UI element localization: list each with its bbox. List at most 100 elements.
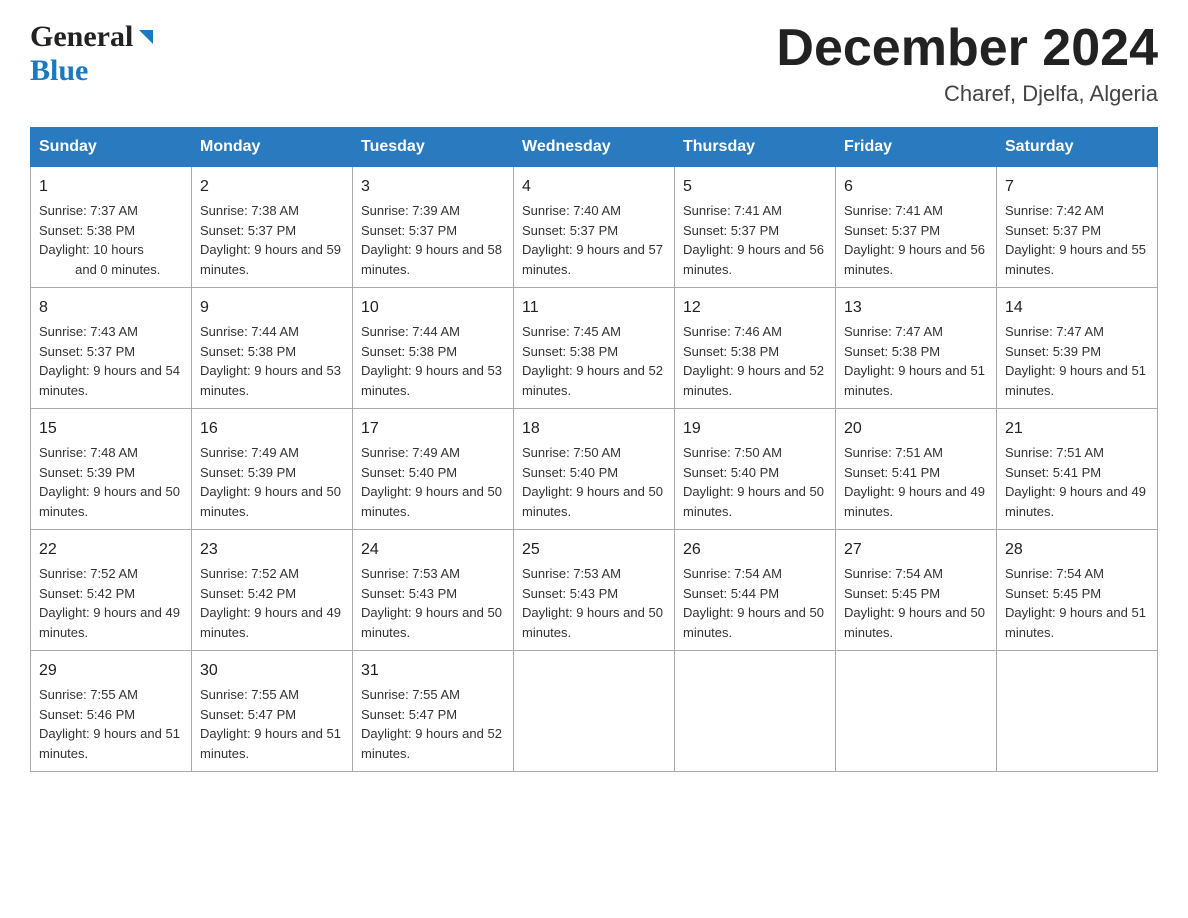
- day-number: 2: [200, 175, 344, 199]
- day-daylight: Daylight: 9 hours and 50 minutes.: [683, 605, 824, 640]
- day-sunrise: Sunrise: 7:55 AM: [361, 687, 460, 702]
- day-cell: 4Sunrise: 7:40 AMSunset: 5:37 PMDaylight…: [514, 167, 675, 288]
- day-sunrise: Sunrise: 7:52 AM: [200, 566, 299, 581]
- day-sunrise: Sunrise: 7:54 AM: [1005, 566, 1104, 581]
- day-sunset: Sunset: 5:41 PM: [1005, 465, 1101, 480]
- day-number: 23: [200, 538, 344, 562]
- day-sunrise: Sunrise: 7:48 AM: [39, 445, 138, 460]
- day-cell: [997, 651, 1158, 772]
- week-row-2: 8Sunrise: 7:43 AMSunset: 5:37 PMDaylight…: [31, 288, 1158, 409]
- day-cell: 25Sunrise: 7:53 AMSunset: 5:43 PMDayligh…: [514, 530, 675, 651]
- day-sunset: Sunset: 5:46 PM: [39, 707, 135, 722]
- day-number: 31: [361, 659, 505, 683]
- day-number: 9: [200, 296, 344, 320]
- day-sunrise: Sunrise: 7:54 AM: [844, 566, 943, 581]
- day-sunset: Sunset: 5:38 PM: [683, 344, 779, 359]
- day-cell: 16Sunrise: 7:49 AMSunset: 5:39 PMDayligh…: [192, 409, 353, 530]
- day-number: 20: [844, 417, 988, 441]
- day-number: 12: [683, 296, 827, 320]
- day-sunrise: Sunrise: 7:55 AM: [200, 687, 299, 702]
- day-daylight: Daylight: 9 hours and 55 minutes.: [1005, 242, 1146, 277]
- day-cell: 24Sunrise: 7:53 AMSunset: 5:43 PMDayligh…: [353, 530, 514, 651]
- logo-general-text: General: [30, 20, 133, 54]
- day-number: 4: [522, 175, 666, 199]
- logo-blue-text: Blue: [30, 54, 88, 88]
- day-cell: 26Sunrise: 7:54 AMSunset: 5:44 PMDayligh…: [675, 530, 836, 651]
- day-number: 6: [844, 175, 988, 199]
- title-section: December 2024 Charef, Djelfa, Algeria: [776, 20, 1158, 107]
- day-sunset: Sunset: 5:39 PM: [200, 465, 296, 480]
- day-sunrise: Sunrise: 7:43 AM: [39, 324, 138, 339]
- day-number: 13: [844, 296, 988, 320]
- day-number: 7: [1005, 175, 1149, 199]
- day-daylight: Daylight: 9 hours and 49 minutes.: [39, 605, 180, 640]
- day-daylight: Daylight: 9 hours and 50 minutes.: [361, 484, 502, 519]
- day-cell: [514, 651, 675, 772]
- day-cell: 19Sunrise: 7:50 AMSunset: 5:40 PMDayligh…: [675, 409, 836, 530]
- day-header-saturday: Saturday: [997, 128, 1158, 167]
- day-cell: [675, 651, 836, 772]
- day-daylight: Daylight: 9 hours and 53 minutes.: [361, 363, 502, 398]
- day-sunrise: Sunrise: 7:44 AM: [200, 324, 299, 339]
- day-daylight: Daylight: 9 hours and 57 minutes.: [522, 242, 663, 277]
- day-cell: 3Sunrise: 7:39 AMSunset: 5:37 PMDaylight…: [353, 167, 514, 288]
- day-sunrise: Sunrise: 7:53 AM: [361, 566, 460, 581]
- day-daylight: Daylight: 9 hours and 59 minutes.: [200, 242, 341, 277]
- day-number: 5: [683, 175, 827, 199]
- day-sunrise: Sunrise: 7:49 AM: [200, 445, 299, 460]
- day-number: 27: [844, 538, 988, 562]
- day-daylight: Daylight: 9 hours and 56 minutes.: [844, 242, 985, 277]
- day-daylight: Daylight: 9 hours and 50 minutes.: [200, 484, 341, 519]
- day-sunset: Sunset: 5:47 PM: [200, 707, 296, 722]
- day-sunrise: Sunrise: 7:51 AM: [844, 445, 943, 460]
- day-cell: 9 Sunrise: 7:44 AM Sunset: 5:38 PM Daylight…: [192, 288, 353, 409]
- day-daylight: Daylight: 9 hours and 50 minutes.: [522, 605, 663, 640]
- day-sunset: Sunset: 5:37 PM: [522, 223, 618, 238]
- day-sunset: Sunset: 5:45 PM: [844, 586, 940, 601]
- day-sunrise: Sunrise: 7:39 AM: [361, 203, 460, 218]
- day-cell: 1Sunrise: 7:37 AMSunset: 5:38 PMDaylight…: [31, 167, 192, 288]
- day-number: 29: [39, 659, 183, 683]
- day-daylight: Daylight: 9 hours and 52 minutes.: [361, 726, 502, 761]
- day-number: 24: [361, 538, 505, 562]
- day-sunset: Sunset: 5:37 PM: [361, 223, 457, 238]
- week-row-3: 15Sunrise: 7:48 AMSunset: 5:39 PMDayligh…: [31, 409, 1158, 530]
- day-daylight: Daylight: 9 hours and 53 minutes.: [200, 363, 341, 398]
- day-sunrise: Sunrise: 7:47 AM: [1005, 324, 1104, 339]
- day-sunrise: Sunrise: 7:54 AM: [683, 566, 782, 581]
- day-cell: [836, 651, 997, 772]
- day-number: 3: [361, 175, 505, 199]
- day-daylight: Daylight: 9 hours and 51 minutes.: [39, 726, 180, 761]
- day-sunrise: Sunrise: 7:49 AM: [361, 445, 460, 460]
- day-cell: 14Sunrise: 7:47 AMSunset: 5:39 PMDayligh…: [997, 288, 1158, 409]
- day-cell: 27 Sunrise: 7:54 AM Sunset: 5:45 PM Dayligh…: [836, 530, 997, 651]
- day-cell: 28Sunrise: 7:54 AMSunset: 5:45 PMDayligh…: [997, 530, 1158, 651]
- location-title: Charef, Djelfa, Algeria: [776, 81, 1158, 107]
- day-cell: 21Sunrise: 7:51 AMSunset: 5:41 PMDayligh…: [997, 409, 1158, 530]
- day-daylight: Daylight: 9 hours and 50 minutes.: [844, 605, 985, 640]
- calendar-table: SundayMondayTuesdayWednesdayThursdayFrid…: [30, 127, 1158, 772]
- day-number: 28: [1005, 538, 1149, 562]
- week-row-5: 29 Sunrise: 7:55 AM Sunset: 5:46 PM Dayligh…: [31, 651, 1158, 772]
- day-sunset: Sunset: 5:42 PM: [39, 586, 135, 601]
- day-cell: 12Sunrise: 7:46 AMSunset: 5:38 PMDayligh…: [675, 288, 836, 409]
- day-sunrise: Sunrise: 7:53 AM: [522, 566, 621, 581]
- day-daylight: Daylight: 9 hours and 49 minutes.: [1005, 484, 1146, 519]
- day-sunset: Sunset: 5:43 PM: [361, 586, 457, 601]
- day-cell: 6Sunrise: 7:41 AMSunset: 5:37 PMDaylight…: [836, 167, 997, 288]
- day-cell: 11Sunrise: 7:45 AMSunset: 5:38 PMDayligh…: [514, 288, 675, 409]
- day-sunset: Sunset: 5:37 PM: [1005, 223, 1101, 238]
- day-sunset: Sunset: 5:38 PM: [361, 344, 457, 359]
- day-number: 21: [1005, 417, 1149, 441]
- day-daylight: Daylight: 9 hours and 49 minutes.: [200, 605, 341, 640]
- day-cell: 31Sunrise: 7:55 AMSunset: 5:47 PMDayligh…: [353, 651, 514, 772]
- day-sunset: Sunset: 5:37 PM: [844, 223, 940, 238]
- logo-arrow-icon: [135, 26, 157, 48]
- day-cell: 8Sunrise: 7:43 AMSunset: 5:37 PMDaylight…: [31, 288, 192, 409]
- day-number: 1: [39, 175, 183, 199]
- day-sunset: Sunset: 5:38 PM: [844, 344, 940, 359]
- day-sunset: Sunset: 5:38 PM: [200, 344, 296, 359]
- day-sunrise: Sunrise: 7:45 AM: [522, 324, 621, 339]
- day-cell: 30Sunrise: 7:55 AMSunset: 5:47 PMDayligh…: [192, 651, 353, 772]
- day-sunset: Sunset: 5:38 PM: [39, 223, 135, 238]
